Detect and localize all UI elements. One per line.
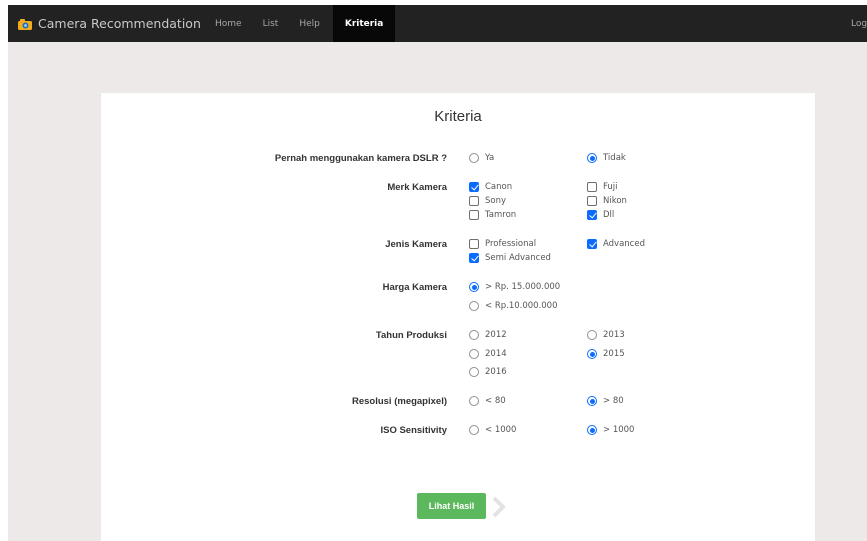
dslr-label: Pernah menggunakan kamera DSLR ? <box>274 153 447 164</box>
radio-ya[interactable] <box>469 153 479 163</box>
radio-2014[interactable] <box>469 349 479 359</box>
merk-option-tamron[interactable]: Tamron <box>469 210 516 220</box>
radio-iso-high[interactable] <box>587 425 597 435</box>
jenis-label: Jenis Kamera <box>385 239 447 250</box>
tahun-option-2015[interactable]: 2015 <box>587 349 625 359</box>
option-label: Semi Advanced <box>485 253 551 263</box>
checkbox-dll[interactable] <box>587 210 597 220</box>
jenis-option-semi-advanced[interactable]: Semi Advanced <box>469 253 551 263</box>
option-label: Canon <box>485 182 513 192</box>
option-label: 2016 <box>485 367 507 377</box>
checkbox-sony[interactable] <box>469 196 479 206</box>
iso-label: ISO Sensitivity <box>380 425 447 436</box>
option-label: > 1000 <box>603 425 635 435</box>
merk-label: Merk Kamera <box>387 182 447 193</box>
radio-2015[interactable] <box>587 349 597 359</box>
tahun-option-2016[interactable]: 2016 <box>469 367 507 377</box>
option-label: < 1000 <box>485 425 517 435</box>
checkbox-fuji[interactable] <box>587 182 597 192</box>
harga-option-high[interactable]: > Rp. 15.000.000 <box>469 282 560 292</box>
option-label: 2015 <box>603 349 625 359</box>
jenis-option-advanced[interactable]: Advanced <box>587 239 645 249</box>
option-label: 2012 <box>485 330 507 340</box>
option-label: 2014 <box>485 349 507 359</box>
checkbox-professional[interactable] <box>469 239 479 249</box>
option-label: < Rp.10.000.000 <box>485 301 558 311</box>
page-title: Kriteria <box>434 108 482 125</box>
nav-item-home[interactable]: Home <box>207 5 250 42</box>
tahun-option-2012[interactable]: 2012 <box>469 330 507 340</box>
option-label: Sony <box>485 196 507 206</box>
option-label: 2013 <box>603 330 625 340</box>
checkbox-tamron[interactable] <box>469 210 479 220</box>
radio-harga-high[interactable] <box>469 282 479 292</box>
checkbox-semi-advanced[interactable] <box>469 253 479 263</box>
harga-option-low[interactable]: < Rp.10.000.000 <box>469 301 558 311</box>
merk-option-canon[interactable]: Canon <box>469 182 512 192</box>
checkbox-advanced[interactable] <box>587 239 597 249</box>
nav-item-help[interactable]: Help <box>291 5 328 42</box>
radio-harga-low[interactable] <box>469 301 479 311</box>
checkbox-nikon[interactable] <box>587 196 597 206</box>
radio-resolusi-low[interactable] <box>469 396 479 406</box>
nav-item-list[interactable]: List <box>255 5 287 42</box>
tahun-label: Tahun Produksi <box>375 330 447 341</box>
checkbox-canon[interactable] <box>469 182 479 192</box>
radio-2012[interactable] <box>469 330 479 340</box>
option-label: Nikon <box>603 196 627 206</box>
chevron-right-icon <box>492 496 506 518</box>
page-frame: Camera Recommendation Home List Help Kri… <box>8 5 867 541</box>
radio-iso-low[interactable] <box>469 425 479 435</box>
nav-item-login[interactable]: Log <box>851 5 867 42</box>
nav-item-kriteria[interactable]: Kriteria <box>332 5 396 42</box>
merk-option-sony[interactable]: Sony <box>469 196 506 206</box>
lihat-hasil-button[interactable]: Lihat Hasil <box>417 493 486 519</box>
dslr-option-ya[interactable]: Ya <box>469 153 494 163</box>
brand[interactable]: Camera Recommendation <box>18 5 201 42</box>
radio-tidak[interactable] <box>587 153 597 163</box>
brand-label: Camera Recommendation <box>38 16 201 31</box>
option-label: Dll <box>603 210 615 220</box>
camera-icon <box>18 18 32 30</box>
resolusi-option-high[interactable]: > 80 <box>587 396 624 406</box>
merk-option-fuji[interactable]: Fuji <box>587 182 618 192</box>
radio-2013[interactable] <box>587 330 597 340</box>
radio-2016[interactable] <box>469 367 479 377</box>
merk-option-nikon[interactable]: Nikon <box>587 196 627 206</box>
option-label: > 80 <box>603 396 624 406</box>
tahun-option-2013[interactable]: 2013 <box>587 330 625 340</box>
iso-option-high[interactable]: > 1000 <box>587 425 634 435</box>
nav-menu: Home List Help Kriteria <box>207 5 396 42</box>
option-label: Tidak <box>603 153 626 163</box>
resolusi-option-low[interactable]: < 80 <box>469 396 506 406</box>
dslr-option-tidak[interactable]: Tidak <box>587 153 626 163</box>
iso-option-low[interactable]: < 1000 <box>469 425 516 435</box>
harga-label: Harga Kamera <box>382 282 447 293</box>
criteria-form: Kriteria Pernah menggunakan kamera DSLR … <box>101 93 815 541</box>
resolusi-label: Resolusi (megapixel) <box>351 396 447 407</box>
option-label: Tamron <box>485 210 517 220</box>
option-label: Advanced <box>603 239 645 249</box>
merk-option-dll[interactable]: Dll <box>587 210 614 220</box>
jenis-option-professional[interactable]: Professional <box>469 239 536 249</box>
radio-resolusi-high[interactable] <box>587 396 597 406</box>
option-label: Fuji <box>603 182 618 192</box>
navbar: Camera Recommendation Home List Help Kri… <box>8 5 867 42</box>
option-label: > Rp. 15.000.000 <box>485 282 561 292</box>
option-label: < 80 <box>485 396 506 406</box>
option-label: Professional <box>485 239 537 249</box>
option-label: Ya <box>485 153 495 163</box>
tahun-option-2014[interactable]: 2014 <box>469 349 507 359</box>
